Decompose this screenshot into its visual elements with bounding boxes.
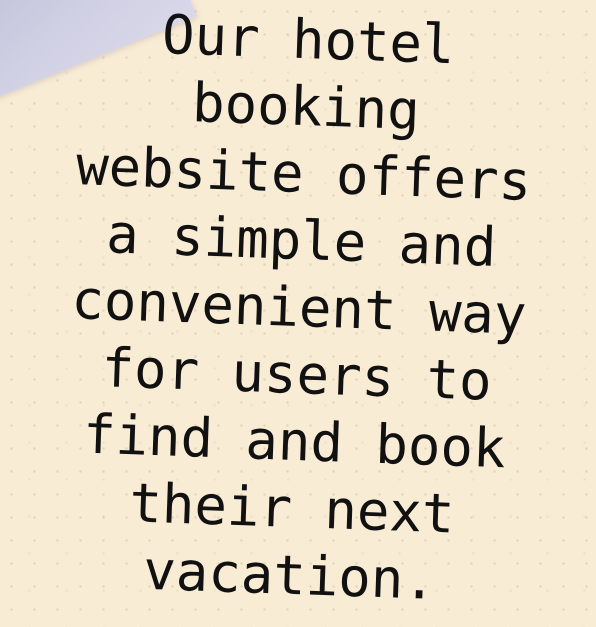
message-text: Our hotel booking website offers a simpl… [70,3,533,612]
note-card: Our hotel booking website offers a simpl… [0,0,596,627]
